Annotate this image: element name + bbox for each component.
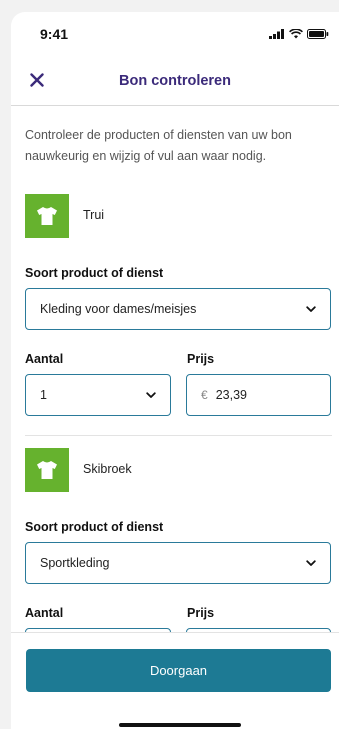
footer: Doorgaan [11, 632, 339, 729]
product-type-value: Kleding voor dames/meisjes [40, 302, 197, 316]
page-title: Bon controleren [119, 73, 231, 89]
content-area[interactable]: Controleer de producten of diensten van … [11, 107, 339, 642]
continue-button[interactable]: Doorgaan [26, 649, 331, 692]
price-input[interactable]: € 23,39 [186, 374, 331, 416]
quantity-label: Aantal [25, 352, 64, 366]
product-item-trui: Trui Soort product of dienst Kleding voo… [11, 194, 339, 444]
tshirt-icon [25, 194, 69, 238]
currency-symbol: € [201, 388, 208, 402]
product-type-label: Soort product of dienst [25, 266, 164, 280]
home-indicator[interactable] [119, 723, 241, 727]
battery-icon [307, 29, 329, 39]
product-name: Skibroek [83, 462, 132, 476]
quantity-value: 1 [40, 388, 47, 402]
chevron-down-icon [306, 559, 316, 566]
tshirt-icon [25, 448, 69, 492]
product-item-skibroek: Skibroek Soort product of dienst Sportkl… [11, 448, 339, 642]
quantity-label: Aantal [25, 606, 64, 620]
product-divider [25, 435, 332, 436]
intro-text: Controleer de producten of diensten van … [25, 128, 292, 163]
chevron-down-icon [306, 305, 316, 312]
product-name: Trui [83, 208, 105, 222]
price-label: Prijs [187, 352, 215, 366]
quantity-select[interactable]: 1 [25, 374, 171, 416]
product-type-select[interactable]: Kleding voor dames/meisjes [25, 288, 331, 330]
signal-icon [269, 29, 284, 39]
chevron-down-icon [146, 391, 156, 398]
price-value: 23,39 [215, 388, 247, 402]
product-type-select[interactable]: Sportkleding [25, 542, 331, 584]
status-bar: 9:41 [11, 12, 339, 56]
product-type-label: Soort product of dienst [25, 520, 164, 534]
status-time: 9:41 [40, 26, 69, 42]
product-type-value: Sportkleding [40, 556, 110, 570]
price-label: Prijs [187, 606, 215, 620]
phone-screen: 9:41 Bon controleren Controleer de produ… [11, 12, 339, 729]
status-icons [269, 29, 329, 39]
wifi-icon [289, 29, 303, 39]
nav-bar: Bon controleren [11, 56, 339, 106]
